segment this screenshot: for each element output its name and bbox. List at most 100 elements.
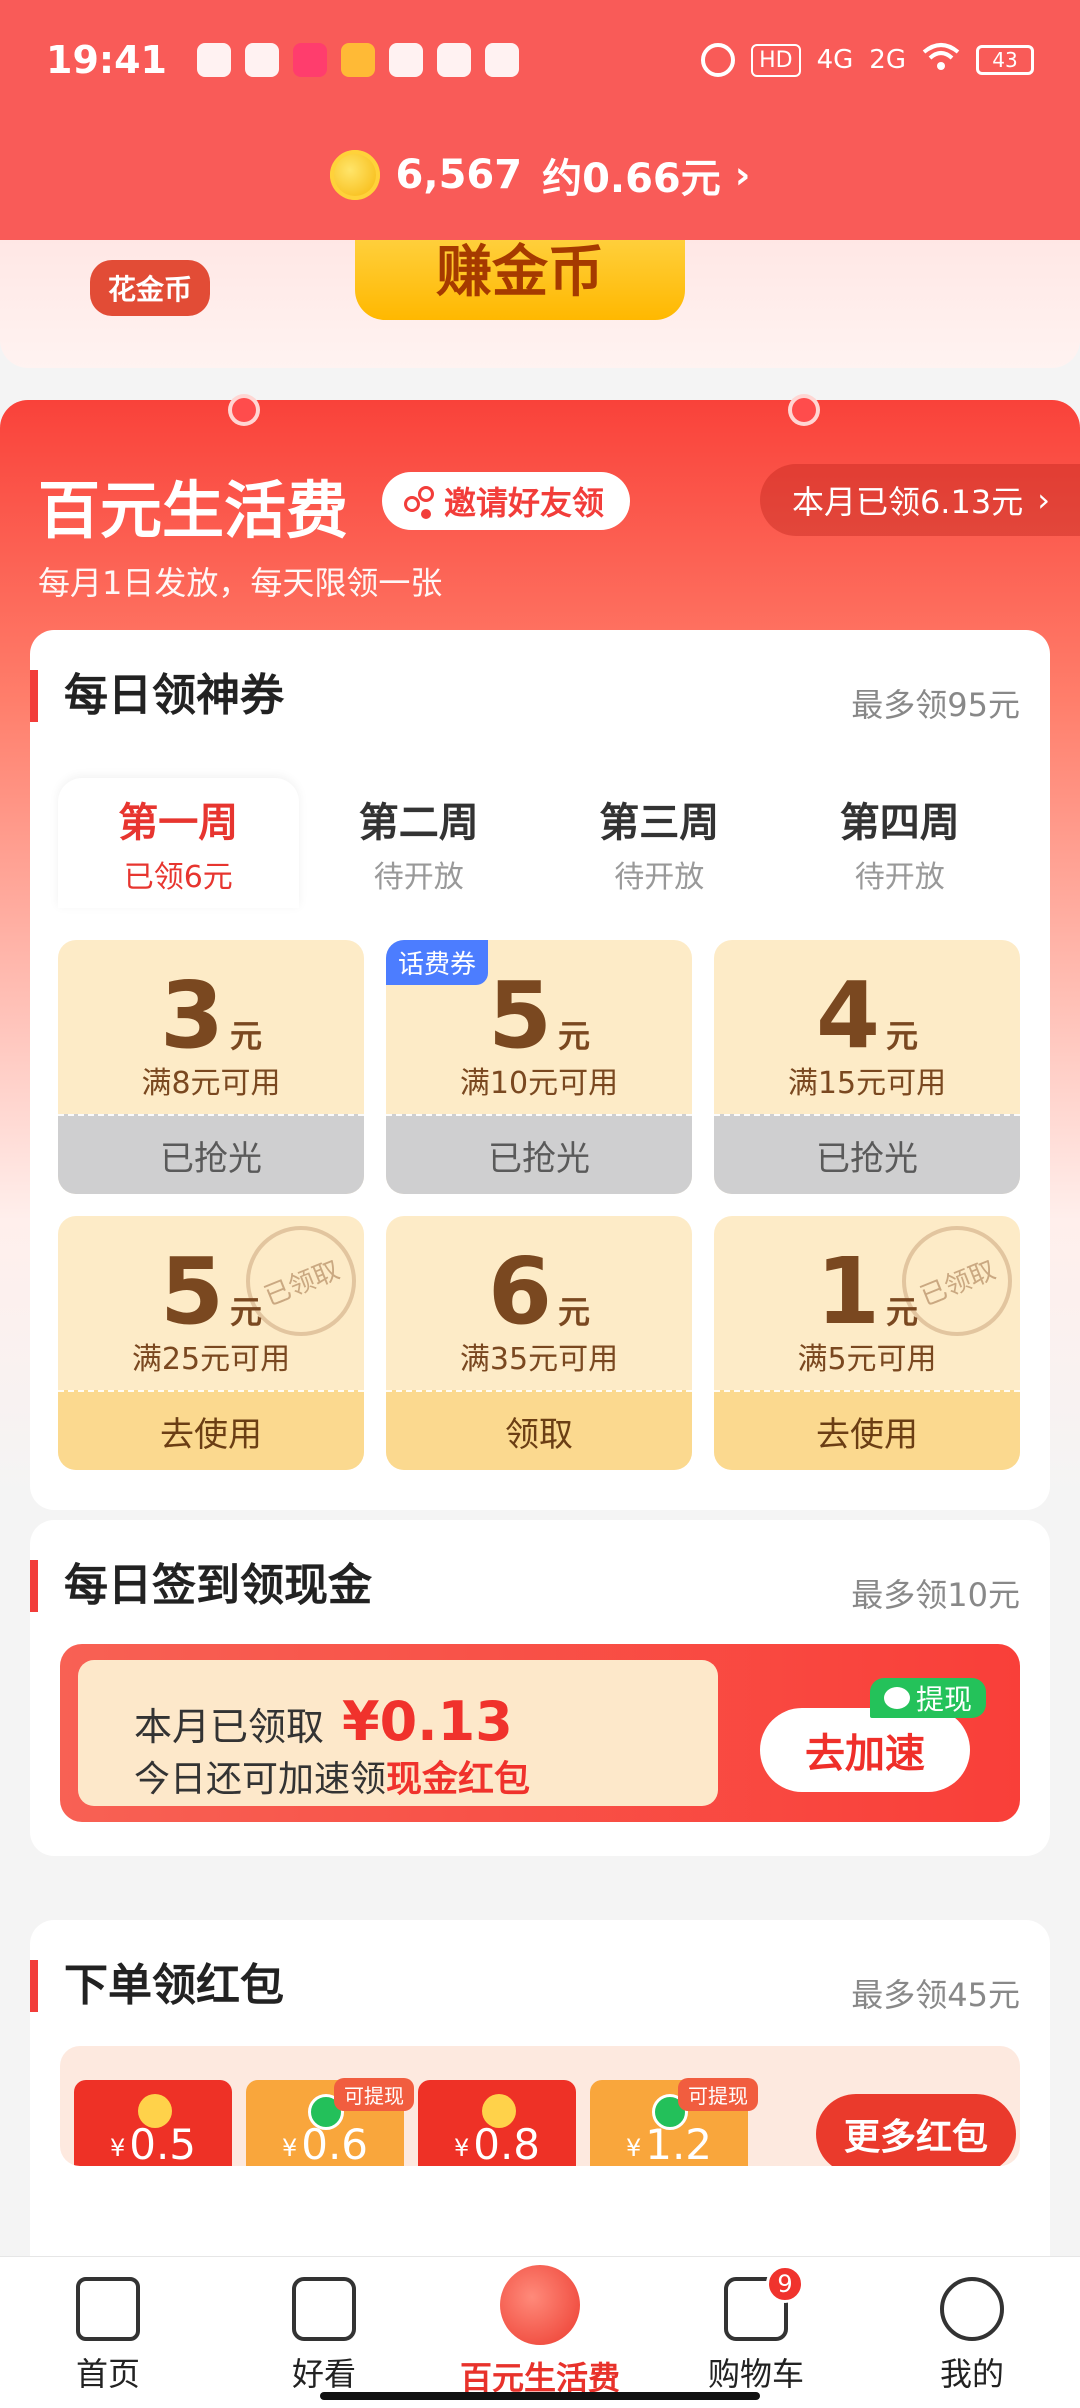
pin-decoration — [790, 386, 818, 426]
week-name: 第三周 — [599, 800, 720, 846]
withdraw-tag: 提现 — [870, 1678, 987, 1718]
coupon-unit: 元 — [558, 1017, 591, 1055]
app-notification-icon — [244, 43, 279, 77]
wifi-icon — [922, 42, 960, 79]
nav-living-allowance[interactable]: 百元生活费 — [432, 2257, 648, 2408]
wechat-icon — [884, 1687, 910, 1709]
section-title: 下单领红包 — [30, 1960, 284, 2012]
red-packet-icon — [500, 2265, 580, 2345]
nav-label: 我的 — [939, 2355, 1004, 2393]
cash-red-packet-label: 现金红包 — [386, 1759, 531, 1800]
page-title: 百元生活费 — [38, 474, 349, 547]
yen-sign: ¥ — [453, 2134, 470, 2162]
coupon-unit: 元 — [230, 1017, 263, 1055]
coupon-sold-out-button[interactable]: 已抢光 — [58, 1114, 364, 1194]
yen-sign: ¥ — [109, 2134, 126, 2162]
header-bar: 19:41 HD 4G 2G 43 6,567 约0.66元 › — [0, 0, 1080, 240]
coupon-unit: 元 — [230, 1293, 263, 1331]
coupon-use-button[interactable]: 去使用 — [714, 1390, 1020, 1470]
red-packet[interactable]: ¥0.8 — [418, 2080, 576, 2166]
app-notification-icon — [436, 43, 471, 77]
coupon-card: 3元 满8元可用 已抢光 — [58, 940, 364, 1194]
coupon-card: 已领取 5元 满25元可用 去使用 — [58, 1216, 364, 1470]
coupon-condition: 满10元可用 — [459, 1066, 619, 1101]
coupon-condition: 满25元可用 — [131, 1342, 291, 1377]
coupon-amount: 5 — [159, 1238, 224, 1345]
coupon-use-button[interactable]: 去使用 — [58, 1390, 364, 1470]
coupon-card: 话费券 5元 满10元可用 已抢光 — [386, 940, 692, 1194]
coupon-condition: 满5元可用 — [797, 1342, 937, 1377]
red-packet-value: 0.8 — [473, 2120, 541, 2166]
coupon-amount: 5 — [487, 962, 552, 1069]
section-title: 每日领神券 — [30, 670, 284, 722]
status-indicators: HD 4G 2G 43 — [701, 42, 1034, 79]
coin-icon — [482, 2094, 516, 2128]
tab-week-4[interactable]: 第四周 待开放 — [780, 778, 1021, 908]
invite-friends-button[interactable]: 邀请好友领 — [382, 472, 631, 530]
app-notification-icon — [340, 43, 375, 77]
coupon-claim-button[interactable]: 领取 — [386, 1390, 692, 1470]
withdrawable-tag: 可提现 — [334, 2078, 414, 2111]
daily-checkin-panel: 每日签到领现金 最多领10元 本月已领取 ¥0.13 今日还可加速领现金红包 去加… — [30, 1520, 1050, 1856]
pin-decoration — [230, 386, 258, 426]
home-icon — [76, 2277, 140, 2341]
red-packet[interactable]: 可提现 ¥1.2 — [590, 2078, 758, 2166]
gold-coin-icon — [329, 150, 380, 200]
network-4g-label: 4G — [816, 45, 854, 75]
coupon-sold-out-button[interactable]: 已抢光 — [386, 1114, 692, 1194]
coupon-condition: 满35元可用 — [459, 1342, 619, 1377]
battery-icon: 43 — [976, 45, 1034, 75]
status-app-icons — [196, 43, 519, 77]
chevron-right-icon: › — [734, 153, 751, 197]
alarm-icon — [701, 43, 736, 77]
coupon-grid: 3元 满8元可用 已抢光 话费券 5元 满10元可用 已抢光 4元 满15元可用… — [58, 940, 1020, 1470]
coupon-sold-out-button[interactable]: 已抢光 — [714, 1114, 1020, 1194]
coin-balance[interactable]: 6,567 约0.66元 › — [0, 140, 1080, 210]
share-icon — [404, 486, 434, 516]
coupon-unit: 元 — [558, 1293, 591, 1331]
invite-label: 邀请好友领 — [444, 484, 605, 522]
tab-week-1[interactable]: 第一周 已领6元 — [58, 778, 299, 908]
network-2g-label: 2G — [869, 45, 906, 75]
withdraw-label: 提现 — [916, 1683, 973, 1716]
app-notification-icon — [388, 43, 423, 77]
living-allowance-card: 百元生活费 邀请好友领 本月已领6.13元 › 每月1日发放，每天限领一张 每日… — [0, 398, 1080, 2400]
claimed-amount: ¥0.13 — [342, 1690, 513, 1753]
page-subtitle: 每月1日发放，每天限领一张 — [38, 564, 443, 602]
order-red-packets-panel: 下单领红包 最多领45元 ¥0.5 可提现 ¥0.6 ¥0.8 可提现 ¥1.2… — [30, 1920, 1050, 2280]
coupon-amount: 6 — [487, 1238, 552, 1345]
nav-watch[interactable]: 好看 — [216, 2257, 432, 2408]
week-state: 已领6元 — [123, 860, 233, 895]
section-max: 最多领10元 — [851, 1576, 1020, 1614]
nav-label: 首页 — [75, 2355, 140, 2393]
section-title: 每日签到领现金 — [30, 1560, 372, 1612]
app-notification-icon — [292, 43, 327, 77]
earn-coins-banner[interactable]: 花金币 赚金币 — [0, 240, 1080, 368]
yen-sign: ¥ — [625, 2134, 642, 2162]
month-claimed-link[interactable]: 本月已领6.13元 › — [759, 464, 1080, 536]
section-max: 最多领95元 — [851, 686, 1020, 724]
tab-week-3[interactable]: 第三周 待开放 — [539, 778, 780, 908]
speed-up-button[interactable]: 去加速 — [760, 1708, 970, 1792]
spend-coins-tag[interactable]: 花金币 — [90, 260, 211, 316]
earn-coins-button[interactable]: 赚金币 — [355, 240, 685, 320]
red-packet[interactable]: ¥0.5 — [74, 2080, 232, 2166]
withdrawable-tag: 可提现 — [678, 2078, 758, 2111]
nav-cart[interactable]: 9 购物车 — [648, 2257, 864, 2408]
cash-info: 本月已领取 ¥0.13 今日还可加速领现金红包 — [78, 1660, 718, 1806]
week-name: 第四周 — [839, 800, 960, 846]
app-notification-icon — [484, 43, 519, 77]
red-packet[interactable]: 可提现 ¥0.6 — [246, 2078, 414, 2166]
coupon-card: 已领取 1元 满5元可用 去使用 — [714, 1216, 1020, 1470]
more-red-packets-button[interactable]: 更多红包 — [816, 2094, 1016, 2166]
coin-value: 约0.66元 — [542, 156, 721, 202]
nav-home[interactable]: 首页 — [0, 2257, 216, 2408]
bottom-nav: 首页 好看 百元生活费 9 购物车 我的 — [0, 2256, 1080, 2408]
coupon-unit: 元 — [886, 1017, 919, 1055]
nav-profile[interactable]: 我的 — [864, 2257, 1080, 2408]
hd-icon: HD — [751, 43, 801, 77]
tab-week-2[interactable]: 第二周 待开放 — [299, 778, 540, 908]
status-time: 19:41 — [46, 38, 167, 82]
home-indicator — [320, 2392, 760, 2400]
red-packet-row: ¥0.5 可提现 ¥0.6 ¥0.8 可提现 ¥1.2 更多红包 — [60, 2046, 1020, 2166]
